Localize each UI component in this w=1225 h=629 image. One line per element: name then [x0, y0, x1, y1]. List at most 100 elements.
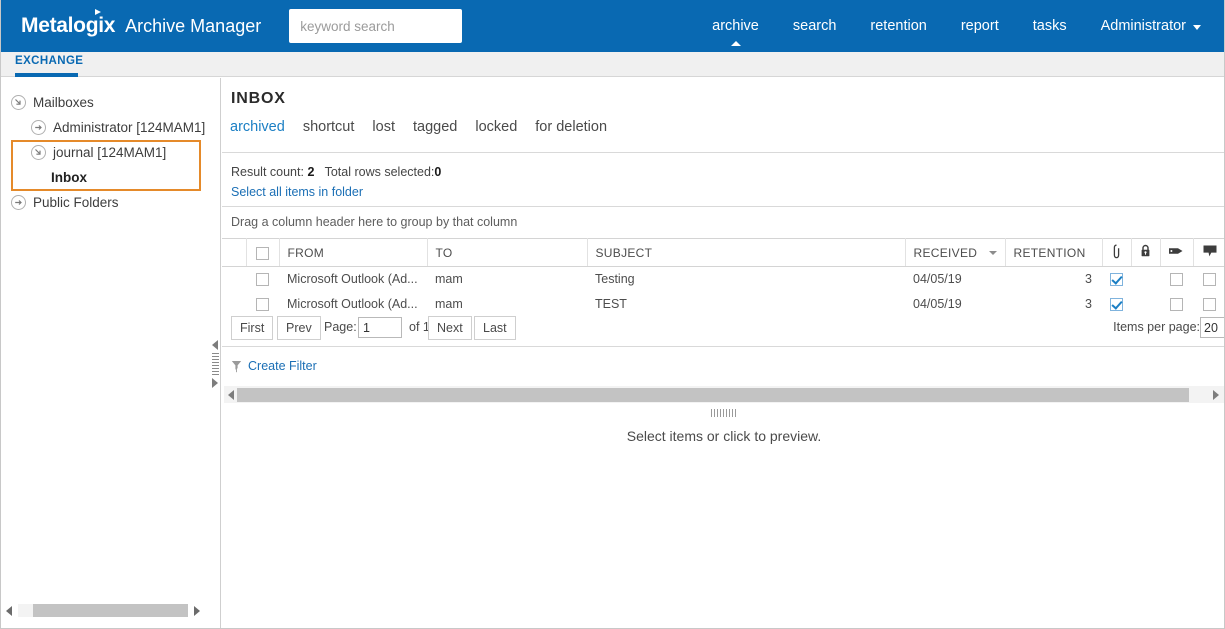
- note-checkbox-icon[interactable]: [1203, 273, 1216, 286]
- tree-label-journal: journal [124MAM1]: [53, 145, 166, 160]
- column-header-from[interactable]: FROM: [279, 239, 427, 267]
- nav-item-search[interactable]: search: [776, 0, 854, 52]
- page-label: Page:: [324, 320, 357, 334]
- nav-label-retention: retention: [870, 18, 926, 34]
- cell-locked[interactable]: [1131, 292, 1160, 317]
- row-select-cell[interactable]: [246, 292, 279, 317]
- prev-page-button[interactable]: Prev: [277, 316, 321, 340]
- sidebar-scroll-thumb[interactable]: [33, 604, 188, 617]
- nav-label-search: search: [793, 18, 837, 34]
- scroll-left-arrow-icon[interactable]: [228, 390, 234, 400]
- collapsed-node-icon[interactable]: [11, 195, 26, 210]
- splitter-grip-icon[interactable]: [711, 409, 737, 417]
- nav-item-tasks[interactable]: tasks: [1016, 0, 1084, 52]
- sidebar-horizontal-scrollbar[interactable]: [1, 602, 211, 619]
- sidebar-scroll-track[interactable]: [18, 604, 188, 617]
- divider-pager: [222, 346, 1225, 347]
- cell-retention: 3: [1005, 267, 1102, 292]
- tree-node-public-folders[interactable]: Public Folders: [1, 190, 221, 215]
- cell-note[interactable]: [1193, 292, 1225, 317]
- cell-attachment[interactable]: [1102, 292, 1131, 317]
- last-page-button[interactable]: Last: [474, 316, 516, 340]
- column-header-subject[interactable]: SUBJECT: [587, 239, 905, 267]
- column-header-note[interactable]: [1193, 239, 1225, 267]
- nav-item-report[interactable]: report: [944, 0, 1016, 52]
- nav-item-retention[interactable]: retention: [853, 0, 943, 52]
- view-tabs: archived shortcut lost tagged locked for…: [230, 119, 625, 135]
- cell-tag[interactable]: [1160, 267, 1193, 292]
- tree-node-administrator[interactable]: Administrator [124MAM1]: [1, 115, 221, 140]
- table-row[interactable]: Microsoft Outlook (Ad... mam TEST 04/05/…: [222, 292, 1225, 317]
- folder-tree: Mailboxes Administrator [124MAM1] journa…: [1, 90, 221, 215]
- items-per-page-input[interactable]: [1200, 317, 1225, 338]
- expanded-node-icon[interactable]: [11, 95, 26, 110]
- create-filter-button[interactable]: Create Filter: [231, 359, 317, 373]
- tab-shortcut[interactable]: shortcut: [303, 119, 355, 135]
- collapse-sidebar-arrow-icon[interactable]: [212, 340, 218, 350]
- expand-sidebar-arrow-icon[interactable]: [212, 378, 218, 388]
- cell-locked[interactable]: [1131, 267, 1160, 292]
- tag-checkbox-icon[interactable]: [1170, 273, 1183, 286]
- tree-node-mailboxes[interactable]: Mailboxes: [1, 90, 221, 115]
- page-number-input[interactable]: [358, 317, 402, 338]
- tab-tagged[interactable]: tagged: [413, 119, 457, 135]
- column-header-to[interactable]: TO: [427, 239, 587, 267]
- expanded-node-icon[interactable]: [31, 145, 46, 160]
- tab-for-deletion[interactable]: for deletion: [535, 119, 607, 135]
- column-header-select-all[interactable]: [246, 239, 279, 267]
- scroll-right-arrow-icon[interactable]: [1213, 390, 1219, 400]
- column-header-retention[interactable]: RETENTION: [1005, 239, 1102, 267]
- search-input[interactable]: [289, 9, 462, 43]
- cell-to: mam: [427, 292, 587, 317]
- page-title: INBOX: [231, 90, 286, 108]
- tab-lost[interactable]: lost: [372, 119, 395, 135]
- tree-label-inbox: Inbox: [51, 170, 87, 185]
- preview-splitter[interactable]: [222, 406, 1225, 420]
- column-header-locked[interactable]: [1131, 239, 1160, 267]
- checkbox-icon[interactable]: [256, 247, 269, 260]
- user-menu[interactable]: Administrator: [1084, 0, 1218, 52]
- user-menu-label: Administrator: [1101, 18, 1186, 34]
- group-by-drop-area[interactable]: Drag a column header here to group by th…: [231, 215, 517, 229]
- column-header-attachment[interactable]: [1102, 239, 1131, 267]
- row-select-cell[interactable]: [246, 267, 279, 292]
- scroll-right-arrow-icon[interactable]: [194, 606, 200, 616]
- grid-scroll-track[interactable]: [237, 388, 1210, 402]
- cell-tag[interactable]: [1160, 292, 1193, 317]
- note-checkbox-icon[interactable]: [1203, 298, 1216, 311]
- collapsed-node-icon[interactable]: [31, 120, 46, 135]
- tag-checkbox-icon[interactable]: [1170, 298, 1183, 311]
- result-count-label: Result count:: [231, 165, 304, 179]
- table-row[interactable]: Microsoft Outlook (Ad... mam Testing 04/…: [222, 267, 1225, 292]
- next-page-button[interactable]: Next: [428, 316, 472, 340]
- attachment-checkbox-icon[interactable]: [1110, 273, 1123, 286]
- column-header-tag[interactable]: [1160, 239, 1193, 267]
- nav-item-archive[interactable]: archive: [695, 0, 776, 52]
- column-header-spacer: [222, 239, 246, 267]
- splitter-grip-icon[interactable]: [212, 353, 219, 375]
- sidebar-splitter[interactable]: [209, 340, 221, 395]
- column-header-received[interactable]: RECEIVED: [905, 239, 1005, 267]
- grid-horizontal-scrollbar[interactable]: [224, 386, 1224, 403]
- paperclip-icon: [1110, 244, 1123, 259]
- grid-body: Microsoft Outlook (Ad... mam Testing 04/…: [222, 267, 1225, 317]
- module-tab-bar: EXCHANGE: [1, 52, 1225, 77]
- first-page-button[interactable]: First: [231, 316, 273, 340]
- row-checkbox-icon[interactable]: [256, 273, 269, 286]
- tab-exchange[interactable]: EXCHANGE: [15, 55, 83, 67]
- pager: First Prev Page: of 1 Next Last Items pe…: [222, 314, 1225, 344]
- cell-note[interactable]: [1193, 267, 1225, 292]
- tree-node-journal[interactable]: journal [124MAM1]: [1, 140, 221, 165]
- metalogix-logo[interactable]: Metalogix: [21, 14, 115, 38]
- scroll-left-arrow-icon[interactable]: [6, 606, 12, 616]
- sort-descending-icon[interactable]: [989, 251, 997, 255]
- grid-scroll-thumb[interactable]: [237, 388, 1189, 402]
- cell-attachment[interactable]: [1102, 267, 1131, 292]
- tree-node-inbox[interactable]: Inbox: [1, 165, 221, 190]
- application-window: Metalogix Archive Manager archive search…: [0, 0, 1225, 629]
- select-all-in-folder-link[interactable]: Select all items in folder: [231, 185, 363, 199]
- tab-locked[interactable]: locked: [475, 119, 517, 135]
- attachment-checkbox-icon[interactable]: [1110, 298, 1123, 311]
- tab-archived[interactable]: archived: [230, 119, 285, 135]
- row-checkbox-icon[interactable]: [256, 298, 269, 311]
